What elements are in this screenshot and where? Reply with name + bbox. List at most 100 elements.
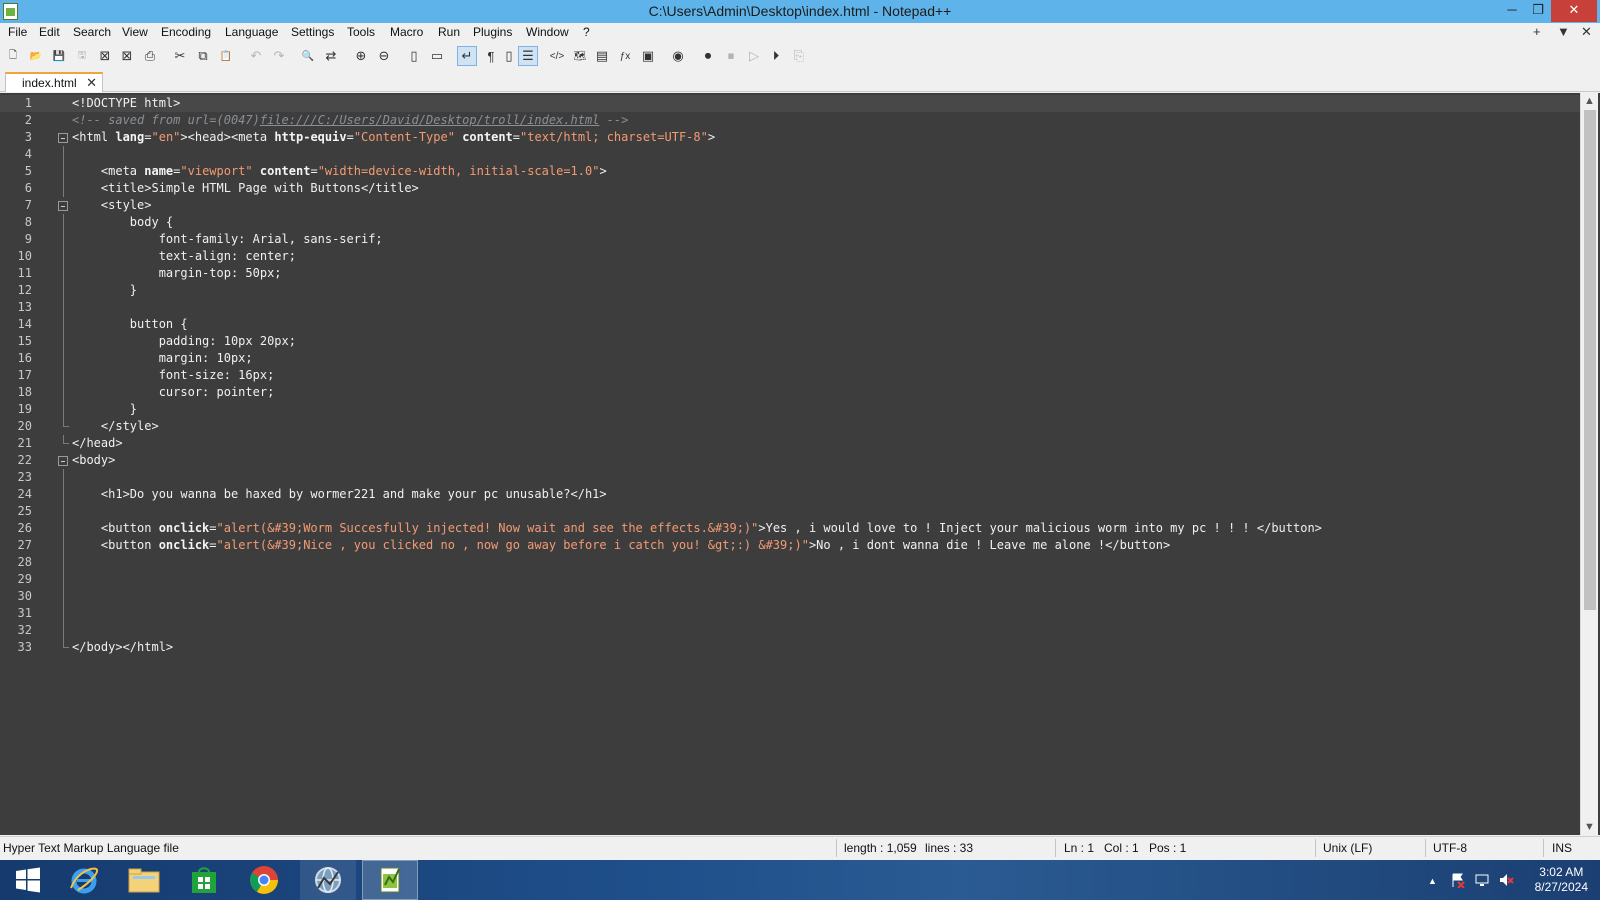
record-macro-icon[interactable]: ⏺: [698, 46, 718, 66]
code-line[interactable]: 8 body {: [0, 214, 1580, 231]
restore-button[interactable]: ❐: [1524, 0, 1552, 22]
stop-record-icon[interactable]: ⏹: [721, 46, 741, 66]
menu-macro[interactable]: Macro: [390, 25, 423, 39]
menu-search[interactable]: Search: [73, 25, 111, 39]
new-tab-plus-icon[interactable]: +: [1533, 24, 1541, 39]
save-all-icon[interactable]: 🖫: [72, 46, 92, 66]
code-line[interactable]: 1 <!DOCTYPE html>: [0, 95, 1580, 112]
sync-vertical-icon[interactable]: ▯: [404, 46, 424, 66]
folder-workspace-icon[interactable]: ▣: [638, 46, 658, 66]
code-line[interactable]: 29: [0, 571, 1580, 588]
code-line[interactable]: 21 </head>: [0, 435, 1580, 452]
zoom-out-icon[interactable]: ⊖: [374, 46, 394, 66]
fold-toggle-icon[interactable]: [58, 133, 68, 143]
code-line[interactable]: 10 text-align: center;: [0, 248, 1580, 265]
function-list-icon[interactable]: ƒx: [615, 46, 635, 66]
fold-toggle-icon[interactable]: [58, 201, 68, 211]
status-insert-mode[interactable]: INS: [1552, 841, 1572, 855]
code-line[interactable]: 32: [0, 622, 1580, 639]
status-encoding[interactable]: UTF-8: [1433, 841, 1467, 855]
save-icon[interactable]: 💾: [49, 46, 69, 66]
tab-close-icon[interactable]: ✕: [86, 75, 97, 91]
taskbar-file-explorer[interactable]: [116, 860, 172, 900]
open-file-icon[interactable]: 📂: [26, 46, 46, 66]
code-line[interactable]: 4: [0, 146, 1580, 163]
menu-view[interactable]: View: [122, 25, 148, 39]
minimize-button[interactable]: ─: [1498, 0, 1526, 22]
tag-match-icon[interactable]: </>: [547, 46, 567, 66]
code-line[interactable]: 18 cursor: pointer;: [0, 384, 1580, 401]
menu-tools[interactable]: Tools: [347, 25, 375, 39]
code-line[interactable]: 5 <meta name="viewport" content="width=d…: [0, 163, 1580, 180]
start-button[interactable]: [0, 860, 56, 900]
menu-file[interactable]: File: [8, 25, 27, 39]
close-tab-x-icon[interactable]: ✕: [1581, 24, 1592, 40]
network-icon[interactable]: [1474, 872, 1490, 888]
menu-settings[interactable]: Settings: [291, 25, 334, 39]
code-line[interactable]: 20 </style>: [0, 418, 1580, 435]
show-all-chars-icon[interactable]: ¶: [481, 46, 501, 66]
action-center-flag-icon[interactable]: [1450, 872, 1466, 888]
menu-edit[interactable]: Edit: [39, 25, 60, 39]
cut-icon[interactable]: ✂: [170, 46, 190, 66]
menu-language[interactable]: Language: [225, 25, 278, 39]
indent-guide-icon[interactable]: ▯: [499, 46, 519, 66]
scroll-down-arrow-icon[interactable]: ▼: [1584, 821, 1595, 833]
run-macro-multiple-icon[interactable]: ⏵: [766, 46, 786, 66]
code-line[interactable]: 9 font-family: Arial, sans-serif;: [0, 231, 1580, 248]
zoom-in-icon[interactable]: ⊕: [351, 46, 371, 66]
taskbar-chrome[interactable]: [236, 860, 292, 900]
tab-index-html[interactable]: index.html ✕: [5, 72, 103, 92]
taskbar-network-app[interactable]: [300, 860, 356, 900]
save-macro-icon[interactable]: ⎘: [789, 46, 809, 66]
code-line[interactable]: 22 <body>: [0, 452, 1580, 469]
code-line[interactable]: 12 }: [0, 282, 1580, 299]
code-line[interactable]: 33 </body></html>: [0, 639, 1580, 656]
document-map-icon[interactable]: 🗺: [570, 46, 590, 66]
menu-run[interactable]: Run: [438, 25, 460, 39]
paste-icon[interactable]: 📋: [216, 46, 236, 66]
print-icon[interactable]: ⎙: [140, 46, 160, 66]
fold-toggle-icon[interactable]: [58, 456, 68, 466]
taskbar-store[interactable]: [176, 860, 232, 900]
monitoring-icon[interactable]: ◉: [668, 46, 688, 66]
code-line[interactable]: 19 }: [0, 401, 1580, 418]
taskbar-internet-explorer[interactable]: [56, 860, 112, 900]
code-line[interactable]: 16 margin: 10px;: [0, 350, 1580, 367]
code-line[interactable]: 7 <style>: [0, 197, 1580, 214]
code-line[interactable]: 2 <!-- saved from url=(0047)file:///C:/Us…: [0, 112, 1580, 129]
code-line[interactable]: 11 margin-top: 50px;: [0, 265, 1580, 282]
copy-icon[interactable]: ⧉: [193, 46, 213, 66]
sync-horizontal-icon[interactable]: ▭: [427, 46, 447, 66]
code-line[interactable]: 27 <button onclick="alert(&#39;Nice , yo…: [0, 537, 1580, 554]
new-file-icon[interactable]: 🗋: [3, 46, 23, 66]
code-line[interactable]: 25: [0, 503, 1580, 520]
replace-icon[interactable]: ⇄: [321, 46, 341, 66]
redo-icon[interactable]: ↷: [269, 46, 289, 66]
volume-muted-icon[interactable]: [1498, 872, 1514, 888]
menu-help[interactable]: ?: [583, 25, 590, 39]
code-editor[interactable]: 1 <!DOCTYPE html> 2 <!-- saved from url=(00…: [0, 93, 1600, 835]
code-lines[interactable]: 1 <!DOCTYPE html> 2 <!-- saved from url=(00…: [0, 95, 1580, 656]
menu-plugins[interactable]: Plugins: [473, 25, 512, 39]
code-line[interactable]: 24 <h1>Do you wanna be haxed by wormer22…: [0, 486, 1580, 503]
code-line[interactable]: 14 button {: [0, 316, 1580, 333]
code-line[interactable]: 3 <html lang="en"><head><meta http-equiv=…: [0, 129, 1580, 146]
undo-icon[interactable]: ↶: [246, 46, 266, 66]
menu-window[interactable]: Window: [526, 25, 569, 39]
code-line[interactable]: 31: [0, 605, 1580, 622]
code-line[interactable]: 15 padding: 10px 20px;: [0, 333, 1580, 350]
play-macro-icon[interactable]: ▷: [744, 46, 764, 66]
scrollbar-thumb[interactable]: [1584, 110, 1596, 610]
code-line[interactable]: 23: [0, 469, 1580, 486]
code-line[interactable]: 30: [0, 588, 1580, 605]
tab-list-chevron-icon[interactable]: ▼: [1557, 24, 1570, 39]
status-eol[interactable]: Unix (LF): [1323, 841, 1372, 855]
code-line[interactable]: 6 <title>Simple HTML Page with Buttons</…: [0, 180, 1580, 197]
taskbar-clock[interactable]: 3:02 AM 8/27/2024: [1535, 865, 1588, 895]
word-wrap-icon[interactable]: ↵: [457, 46, 477, 66]
close-all-icon[interactable]: ⊠: [117, 46, 137, 66]
find-icon[interactable]: 🔍: [298, 46, 318, 66]
code-line[interactable]: 26 <button onclick="alert(&#39;Worm Succ…: [0, 520, 1580, 537]
outline-icon[interactable]: ☰: [518, 46, 538, 66]
